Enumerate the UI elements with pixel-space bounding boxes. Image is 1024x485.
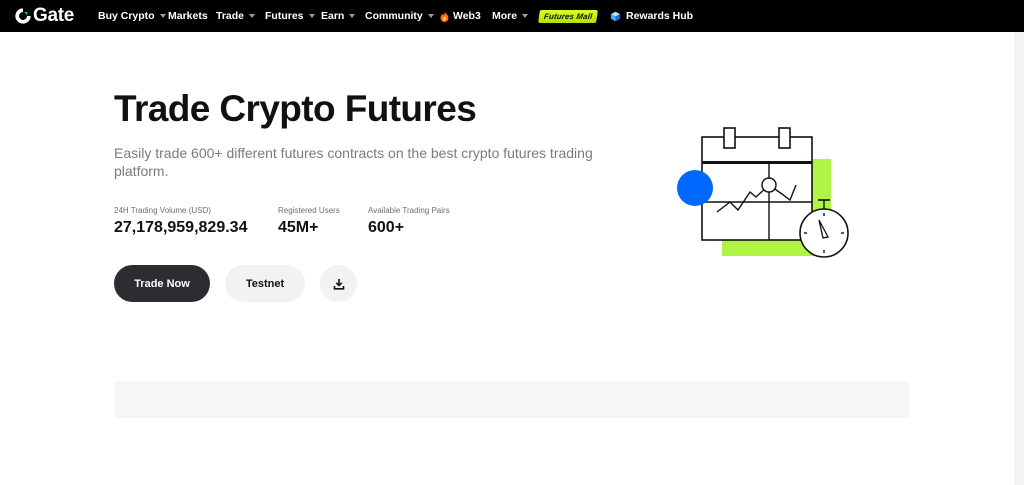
trend-marker (761, 177, 777, 193)
trade-now-button[interactable]: Trade Now (114, 265, 210, 302)
nav-item-futures[interactable]: Futures (265, 0, 315, 32)
scrollbar-track[interactable] (1014, 32, 1024, 485)
chevron-down-icon (427, 14, 434, 18)
stat-label-volume: 24H Trading Volume (USD) (114, 206, 211, 215)
rewards-hub-link[interactable]: Rewards Hub (610, 0, 693, 32)
nav-item-label: Earn (321, 10, 345, 22)
gate-logo-icon (15, 8, 31, 24)
chevron-down-icon (308, 14, 315, 18)
futures-calendar-illustration (677, 127, 849, 258)
nav-item-markets[interactable]: Markets (168, 0, 208, 32)
content-placeholder-bar (114, 381, 909, 418)
stat-label-users: Registered Users (278, 206, 340, 215)
nav-item-label: Buy Crypto (98, 10, 155, 22)
flame-icon (440, 11, 449, 22)
testnet-button[interactable]: Testnet (225, 265, 305, 302)
stat-value-volume: 27,178,959,829.34 (114, 219, 248, 236)
nav-item-earn[interactable]: Earn (321, 0, 356, 32)
nav-item-label: More (492, 10, 518, 22)
futures-mall-link[interactable]: Futures Mall (538, 0, 599, 32)
download-icon (333, 278, 344, 290)
gate-logo[interactable]: Gate (14, 6, 74, 26)
page-subtitle: Easily trade 600+ different futures cont… (114, 145, 593, 179)
cube-icon (610, 11, 621, 21)
page-title: Trade Crypto Futures (114, 88, 477, 129)
nav-item-label: Trade (216, 10, 245, 22)
chevron-down-icon (522, 14, 529, 18)
nav-item-label: Markets (168, 10, 208, 22)
nav-item-label: Web3 (453, 10, 481, 22)
chevron-down-icon (349, 14, 356, 18)
logo-text: Gate (33, 5, 75, 26)
nav-item-web3[interactable]: Web3 (440, 0, 481, 32)
nav-item-trade[interactable]: Trade (216, 0, 256, 32)
futures-mall-badge: Futures Mall (538, 9, 599, 23)
calendar-ring-right (778, 127, 791, 149)
top-nav: Gate Buy Crypto Markets Trade Futures Ea… (0, 0, 1024, 32)
nav-item-buy-crypto[interactable]: Buy Crypto (98, 0, 166, 32)
rewards-hub-label: Rewards Hub (626, 10, 694, 22)
nav-item-label: Futures (265, 10, 304, 22)
stat-value-users: 45M+ (278, 219, 319, 236)
calendar-frame (701, 136, 813, 241)
stat-label-pairs: Available Trading Pairs (368, 206, 450, 215)
blue-circle (677, 170, 713, 206)
nav-item-community[interactable]: Community (365, 0, 434, 32)
download-button[interactable] (320, 265, 357, 302)
calendar-ring-left (723, 127, 736, 149)
chevron-down-icon (159, 14, 166, 18)
calendar-header-bar (702, 161, 812, 164)
chevron-down-icon (249, 14, 256, 18)
stat-value-pairs: 600+ (368, 219, 405, 236)
nav-item-more[interactable]: More (492, 0, 529, 32)
nav-item-label: Community (365, 10, 423, 22)
